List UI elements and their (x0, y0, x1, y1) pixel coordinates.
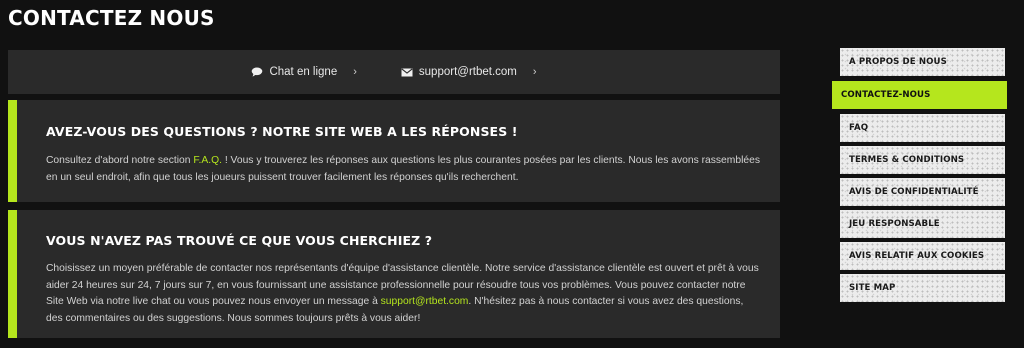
sidebar-item-a-propos[interactable]: A PROPOS DE NOUS (840, 48, 1005, 76)
sidebar-item-faq[interactable]: FAQ (840, 114, 1005, 142)
faq-card-heading: AVEZ-VOUS DES QUESTIONS ? NOTRE SITE WEB… (46, 124, 518, 139)
chat-bubble-icon (251, 67, 263, 77)
sidebar-item-label: FAQ (849, 123, 869, 133)
sidebar-item-label: AVIS RELATIF AUX COOKIES (849, 251, 985, 261)
sidebar-item-confidentialite[interactable]: AVIS DE CONFIDENTIALITÉ (840, 178, 1005, 206)
faq-link[interactable]: F.A.Q. (193, 155, 222, 166)
live-chat-label: Chat en ligne (269, 66, 338, 78)
sidebar-item-label: TERMES & CONDITIONS (849, 155, 965, 165)
envelope-icon (401, 67, 413, 77)
sidebar-item-label: CONTACTEZ-NOUS (841, 90, 931, 100)
support-card: VOUS N'AVEZ PAS TROUVÉ CE QUE VOUS CHERC… (8, 210, 780, 338)
chevron-right-icon: › (532, 66, 537, 78)
email-support-link[interactable]: support@rtbet.com › (401, 66, 537, 78)
support-card-text: Choisissez un moyen préférable de contac… (46, 261, 760, 327)
support-card-heading: VOUS N'AVEZ PAS TROUVÉ CE QUE VOUS CHERC… (46, 233, 433, 248)
sidebar-item-jeu-responsable[interactable]: JEU RESPONSABLE (840, 210, 1005, 238)
sidebar-item-site-map[interactable]: SITE MAP (840, 274, 1005, 302)
sidebar-item-label: A PROPOS DE NOUS (849, 57, 947, 67)
page-title: CONTACTEZ NOUS (8, 6, 215, 30)
sidebar-item-termes-conditions[interactable]: TERMES & CONDITIONS (840, 146, 1005, 174)
sidebar-item-label: AVIS DE CONFIDENTIALITÉ (849, 187, 979, 197)
sidebar-item-label: JEU RESPONSABLE (849, 219, 940, 229)
support-email-link[interactable]: support@rtbet.com (381, 296, 469, 307)
faq-card: AVEZ-VOUS DES QUESTIONS ? NOTRE SITE WEB… (8, 100, 780, 202)
email-support-label: support@rtbet.com (418, 66, 517, 78)
live-chat-link[interactable]: Chat en ligne › (251, 66, 357, 78)
contact-bar: Chat en ligne › support@rtbet.com › (8, 50, 780, 94)
faq-text-intro: Consultez d'abord notre section (46, 155, 194, 166)
sidebar-item-label: SITE MAP (849, 283, 896, 293)
faq-card-text: Consultez d'abord notre section F.A.Q. !… (46, 153, 760, 186)
sidebar-item-cookies[interactable]: AVIS RELATIF AUX COOKIES (840, 242, 1005, 270)
chevron-right-icon: › (353, 66, 357, 78)
sidebar-item-contactez-nous[interactable]: CONTACTEZ-NOUS (832, 81, 1007, 109)
